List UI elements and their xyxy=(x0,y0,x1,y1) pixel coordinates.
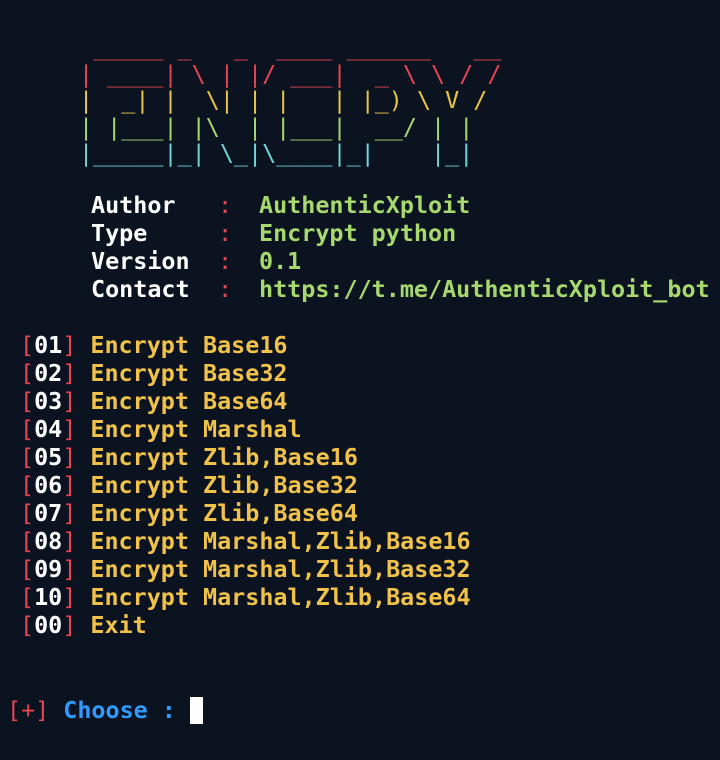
menu-number: 10 xyxy=(34,583,63,611)
prompt-label: Choose xyxy=(63,696,148,724)
ascii-banner: _____ _ _ ____ ______ __ | ____| \ | |/ … xyxy=(79,34,501,167)
menu-label: Encrypt Zlib,Base16 xyxy=(90,443,358,471)
menu-item-01[interactable]: [01] Encrypt Base16 xyxy=(20,331,471,359)
info-key: Version xyxy=(91,247,190,275)
prompt-marker: [+] xyxy=(7,696,50,724)
bracket-open: [ xyxy=(20,471,35,499)
bracket-open: [ xyxy=(20,415,35,443)
banner-line-3: | _| | \| | | | |_) \ V / xyxy=(79,86,502,114)
menu-item-03[interactable]: [03] Encrypt Base64 xyxy=(20,387,471,415)
info-key: Type xyxy=(91,219,148,247)
bracket-open: [ xyxy=(20,611,35,639)
contact-link[interactable]: https://t.me/AuthenticXploit_bot xyxy=(259,275,710,303)
banner-line-5: |_____|_| \_|\____|_| |_| xyxy=(79,139,502,167)
menu-label: Encrypt Marshal,Zlib,Base64 xyxy=(90,583,471,611)
menu-label: Encrypt Base32 xyxy=(90,359,288,387)
menu-label: Encrypt Base64 xyxy=(90,387,288,415)
menu-number: 03 xyxy=(34,387,63,415)
bracket-open: [ xyxy=(20,555,35,583)
menu-number: 07 xyxy=(34,499,63,527)
menu-label: Encrypt Marshal,Zlib,Base32 xyxy=(90,555,471,583)
menu-item-06[interactable]: [06] Encrypt Zlib,Base32 xyxy=(20,471,471,499)
bracket-open: [ xyxy=(20,359,35,387)
info-separator: : xyxy=(218,275,233,303)
bracket-close: ] xyxy=(62,443,77,471)
bracket-open: [ xyxy=(20,499,35,527)
menu-item-07[interactable]: [07] Encrypt Zlib,Base64 xyxy=(20,499,471,527)
menu-label: Encrypt Marshal xyxy=(90,415,302,443)
info-row-version: Version : 0.1 xyxy=(91,247,710,275)
bracket-close: ] xyxy=(62,611,77,639)
info-row-type: Type : Encrypt python xyxy=(91,219,710,247)
menu-number: 06 xyxy=(34,471,63,499)
tool-info: Author : AuthenticXploit Type : Encrypt … xyxy=(91,191,710,303)
menu-item-exit[interactable]: [00] Exit xyxy=(20,611,471,639)
info-value: 0.1 xyxy=(259,247,302,275)
prompt-colon: : xyxy=(161,696,176,724)
terminal-window: _____ _ _ ____ ______ __ | ____| \ | |/ … xyxy=(0,0,720,760)
info-value: Encrypt python xyxy=(259,219,457,247)
menu-label: Encrypt Zlib,Base64 xyxy=(90,499,358,527)
bracket-close: ] xyxy=(62,415,77,443)
bracket-open: [ xyxy=(20,583,35,611)
menu-number: 09 xyxy=(34,555,63,583)
menu-label: Encrypt Base16 xyxy=(90,331,288,359)
menu-item-08[interactable]: [08] Encrypt Marshal,Zlib,Base16 xyxy=(20,527,471,555)
info-separator: : xyxy=(218,247,233,275)
menu-number: 05 xyxy=(34,443,63,471)
banner-line-1: _____ _ _ ____ ______ __ xyxy=(79,33,502,61)
bracket-open: [ xyxy=(20,443,35,471)
bracket-close: ] xyxy=(62,331,77,359)
menu-label: Encrypt Marshal,Zlib,Base16 xyxy=(90,527,471,555)
menu-item-10[interactable]: [10] Encrypt Marshal,Zlib,Base64 xyxy=(20,583,471,611)
bracket-open: [ xyxy=(20,331,35,359)
bracket-open: [ xyxy=(20,387,35,415)
menu-label: Encrypt Zlib,Base32 xyxy=(90,471,358,499)
bracket-close: ] xyxy=(62,555,77,583)
bracket-close: ] xyxy=(62,359,77,387)
info-row-contact: Contact : https://t.me/AuthenticXploit_b… xyxy=(91,275,710,303)
choose-prompt: [+] Choose : xyxy=(7,695,203,725)
menu-item-09[interactable]: [09] Encrypt Marshal,Zlib,Base32 xyxy=(20,555,471,583)
menu-label: Exit xyxy=(90,611,147,639)
bracket-close: ] xyxy=(62,471,77,499)
info-separator: : xyxy=(218,191,233,219)
info-value: AuthenticXploit xyxy=(259,191,471,219)
bracket-open: [ xyxy=(20,527,35,555)
menu-number: 01 xyxy=(34,331,63,359)
bracket-close: ] xyxy=(62,527,77,555)
bracket-close: ] xyxy=(62,387,77,415)
menu-list: [01] Encrypt Base16 [02] Encrypt Base32 [0… xyxy=(20,331,471,639)
banner-line-2: | ____| \ | |/ ___| _ \ \ / / xyxy=(79,59,502,88)
banner-line-4: | |___| |\ | |___| __/ | | xyxy=(79,112,502,141)
bracket-close: ] xyxy=(62,583,77,611)
bracket-close: ] xyxy=(62,499,77,527)
menu-item-02[interactable]: [02] Encrypt Base32 xyxy=(20,359,471,387)
menu-number: 00 xyxy=(34,611,63,639)
info-separator: : xyxy=(218,219,233,247)
menu-item-04[interactable]: [04] Encrypt Marshal xyxy=(20,415,471,443)
info-key: Contact xyxy=(91,275,190,303)
menu-number: 04 xyxy=(34,415,63,443)
menu-item-05[interactable]: [05] Encrypt Zlib,Base16 xyxy=(20,443,471,471)
menu-number: 08 xyxy=(34,527,63,555)
info-row-author: Author : AuthenticXploit xyxy=(91,191,710,219)
menu-number: 02 xyxy=(34,359,63,387)
text-cursor[interactable] xyxy=(189,696,203,724)
info-key: Author xyxy=(91,191,176,219)
